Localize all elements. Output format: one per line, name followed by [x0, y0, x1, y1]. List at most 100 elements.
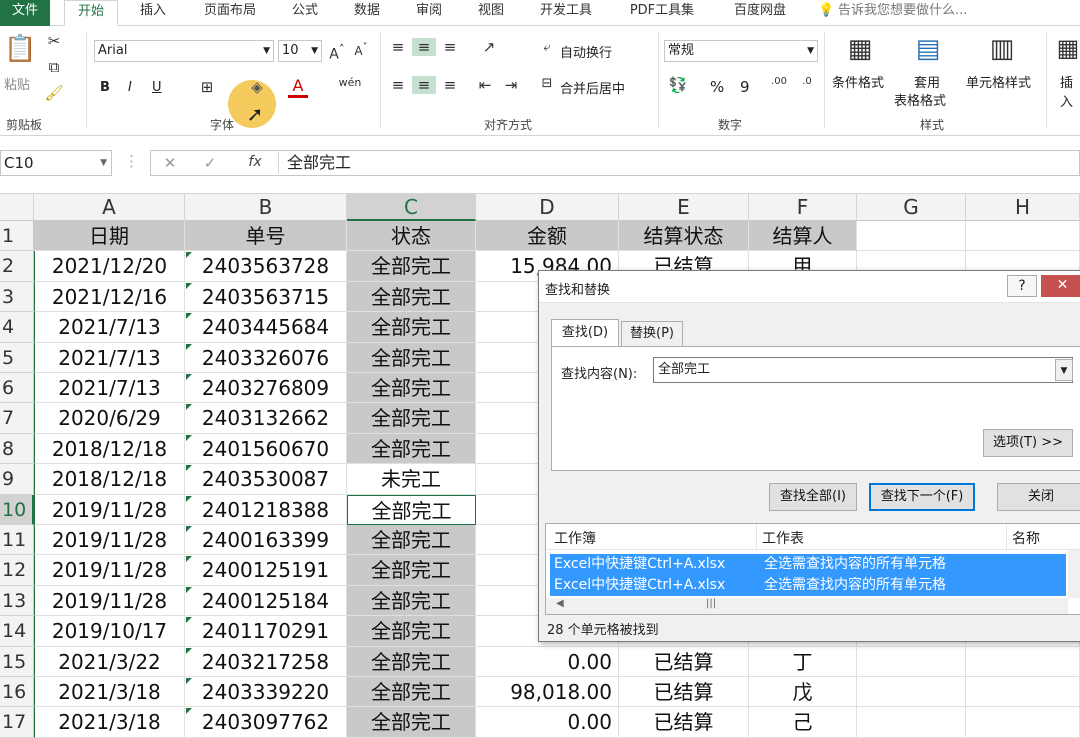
data-cell[interactable]: 全部完工: [347, 433, 476, 465]
row-header-16[interactable]: 16: [0, 677, 34, 708]
cell[interactable]: [966, 221, 1080, 252]
paste-button[interactable]: 粘贴: [4, 74, 30, 93]
data-cell[interactable]: 2020/6/29: [34, 403, 185, 434]
tab-home[interactable]: 开始: [64, 0, 118, 26]
paste-icon[interactable]: 📋: [4, 34, 36, 70]
data-cell[interactable]: 2021/12/20: [34, 251, 185, 282]
comma-button[interactable]: 9: [740, 78, 750, 96]
data-cell[interactable]: 2019/11/28: [34, 585, 185, 617]
border-icon[interactable]: ⊞: [196, 78, 218, 96]
data-cell[interactable]: 2018/12/18: [34, 464, 185, 495]
data-cell[interactable]: 全部完工: [347, 251, 476, 282]
currency-icon[interactable]: 💱: [666, 76, 690, 94]
options-button[interactable]: 选项(T) >>: [983, 429, 1073, 457]
cell[interactable]: [966, 646, 1080, 677]
results-list[interactable]: 工作簿 工作表 名称 Excel中快捷键Ctrl+A.xlsx 全选需查找内容的所…: [545, 523, 1080, 615]
data-cell[interactable]: 2021/3/18: [34, 677, 185, 708]
scroll-left-icon[interactable]: ◀: [556, 598, 564, 609]
help-button[interactable]: ?: [1007, 275, 1037, 297]
row-header-5[interactable]: 5: [0, 342, 34, 373]
tell-me-box[interactable]: 告诉我您想要做什么...: [838, 0, 988, 26]
data-cell[interactable]: 全部完工: [347, 342, 476, 373]
italic-button[interactable]: I: [128, 80, 132, 95]
merge-center-button[interactable]: 合并后居中: [560, 78, 625, 97]
align-right-icon[interactable]: ≡: [440, 76, 460, 94]
data-cell[interactable]: 2021/7/13: [34, 312, 185, 343]
close-button[interactable]: 关闭: [997, 483, 1080, 511]
font-name-select[interactable]: Arial ▼: [94, 40, 274, 62]
data-cell[interactable]: 丁: [749, 646, 857, 677]
font-color-icon[interactable]: A: [288, 76, 308, 98]
align-bottom-icon[interactable]: ≡: [440, 38, 460, 56]
data-cell[interactable]: 2018/12/18: [34, 433, 185, 465]
tab-formulas[interactable]: 公式: [280, 0, 330, 26]
row-header-3[interactable]: 3: [0, 281, 34, 313]
column-header-h[interactable]: H: [966, 194, 1080, 221]
data-cell[interactable]: 2019/11/28: [34, 555, 185, 586]
align-middle-icon[interactable]: ≡: [412, 38, 436, 56]
tab-baidu-netdisk[interactable]: 百度网盘: [720, 0, 800, 26]
underline-button[interactable]: U: [152, 80, 162, 95]
results-header-sheet[interactable]: 工作表: [762, 528, 804, 548]
wrap-text-button[interactable]: 自动换行: [560, 42, 612, 61]
percent-button[interactable]: %: [710, 78, 724, 96]
tab-data[interactable]: 数据: [342, 0, 392, 26]
align-left-icon[interactable]: ≡: [388, 76, 408, 94]
data-cell[interactable]: 2021/7/13: [34, 373, 185, 404]
increase-font-icon[interactable]: A˄: [328, 42, 346, 63]
data-cell[interactable]: 己: [749, 707, 857, 738]
close-icon[interactable]: ✕: [1041, 275, 1080, 297]
data-cell[interactable]: 2019/11/28: [34, 494, 185, 525]
column-header-c[interactable]: C: [347, 194, 476, 221]
data-cell[interactable]: 2401560670: [185, 433, 347, 465]
increase-indent-icon[interactable]: ⇥: [500, 76, 522, 94]
data-cell[interactable]: 2403339220: [185, 677, 347, 708]
results-header-name[interactable]: 名称: [1012, 528, 1040, 548]
data-cell[interactable]: 已结算: [619, 677, 749, 708]
tab-developer[interactable]: 开发工具: [528, 0, 604, 26]
font-size-select[interactable]: 10 ▼: [278, 40, 322, 62]
tab-pdf-tools[interactable]: PDF工具集: [620, 0, 704, 26]
result-row[interactable]: Excel中快捷键Ctrl+A.xlsx 全选需查找内容的所有单元格: [550, 575, 1066, 596]
column-header-f[interactable]: F: [749, 194, 857, 221]
data-cell[interactable]: 全部完工: [347, 373, 476, 404]
data-cell[interactable]: 2021/3/18: [34, 707, 185, 738]
row-header-17[interactable]: 17: [0, 707, 34, 738]
cell[interactable]: [857, 221, 966, 252]
data-cell[interactable]: 2400125191: [185, 555, 347, 586]
data-cell[interactable]: 戊: [749, 677, 857, 708]
data-cell[interactable]: 全部完工: [347, 585, 476, 617]
header-cell[interactable]: 状态: [347, 221, 476, 252]
data-cell[interactable]: 2021/7/13: [34, 342, 185, 373]
data-cell[interactable]: 2403097762: [185, 707, 347, 738]
insert-button[interactable]: 插入: [1060, 72, 1080, 110]
data-cell[interactable]: 2403132662: [185, 403, 347, 434]
data-cell[interactable]: 2021/12/16: [34, 281, 185, 313]
data-cell[interactable]: 0.00: [476, 646, 619, 677]
data-cell[interactable]: 全部完工: [347, 281, 476, 313]
column-header-d[interactable]: D: [476, 194, 619, 221]
data-cell[interactable]: 2019/11/28: [34, 525, 185, 556]
phonetic-icon[interactable]: wén: [338, 76, 362, 89]
data-cell[interactable]: 全部完工: [347, 616, 476, 647]
row-header-2[interactable]: 2: [0, 251, 34, 282]
row-header-14[interactable]: 14: [0, 616, 34, 647]
tab-review[interactable]: 审阅: [404, 0, 454, 26]
copy-icon[interactable]: ⧉: [44, 58, 64, 76]
result-row[interactable]: Excel中快捷键Ctrl+A.xlsx 全选需查找内容的所有单元格: [550, 554, 1066, 575]
table-format-button-label[interactable]: 表格格式: [894, 90, 946, 109]
row-header-8[interactable]: 8: [0, 433, 34, 465]
decrease-decimal-icon[interactable]: .0: [796, 76, 818, 87]
decrease-indent-icon[interactable]: ⇤: [474, 76, 496, 94]
chevron-down-icon[interactable]: ▼: [1055, 359, 1073, 381]
cell[interactable]: [966, 707, 1080, 738]
row-header-10[interactable]: 10: [0, 494, 34, 525]
data-cell[interactable]: 2403326076: [185, 342, 347, 373]
cell-style-button[interactable]: 单元格样式: [966, 72, 1031, 91]
cancel-icon[interactable]: ✕: [160, 154, 180, 172]
data-cell[interactable]: 2403530087: [185, 464, 347, 495]
header-cell[interactable]: 单号: [185, 221, 347, 252]
data-cell[interactable]: 2021/3/22: [34, 646, 185, 677]
tab-file[interactable]: 文件: [0, 0, 50, 26]
select-all-corner[interactable]: [0, 194, 34, 221]
